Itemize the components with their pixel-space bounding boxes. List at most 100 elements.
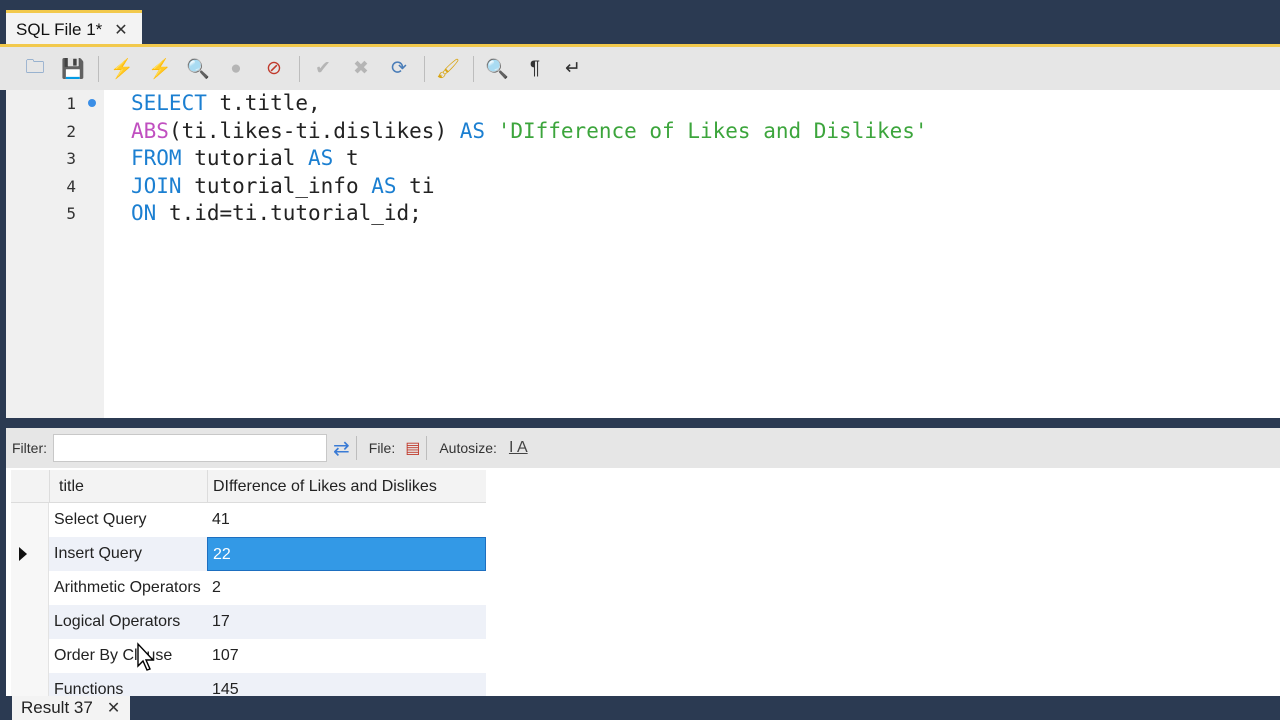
sql-keyword: ON xyxy=(131,201,157,225)
file-label: File: xyxy=(368,440,396,456)
sql-token: ti xyxy=(396,173,435,198)
cell-title[interactable]: Select Query xyxy=(49,503,207,537)
code-line[interactable]: 5 ON t.id=ti.tutorial_id; xyxy=(6,200,1280,227)
row-selector[interactable] xyxy=(11,639,49,673)
table-row[interactable]: Insert Query 22 xyxy=(11,537,486,571)
toolbar-separator xyxy=(426,436,428,460)
rollback-icon[interactable]: ✖ xyxy=(346,54,376,84)
beautify-icon[interactable]: 🖌 xyxy=(433,54,463,84)
line-number: 5 xyxy=(66,204,76,223)
current-row-arrow-icon xyxy=(19,547,27,561)
column-divider[interactable] xyxy=(207,470,208,503)
word-wrap-icon[interactable]: ↵ xyxy=(558,54,588,84)
sql-string: 'DIfference of Likes and Dislikes' xyxy=(497,118,928,143)
sql-function: ABS xyxy=(131,118,169,143)
cell-title[interactable]: Insert Query xyxy=(49,537,207,571)
sql-keyword: AS xyxy=(371,173,397,198)
toolbar-separator xyxy=(98,55,99,82)
table-row[interactable]: Order By Clause 107 xyxy=(11,639,486,673)
autosize-icon[interactable]: I A xyxy=(509,439,528,457)
tab-result-37[interactable]: Result 37 ✕ xyxy=(12,696,130,720)
header-row-selector[interactable] xyxy=(11,470,49,503)
column-header-title[interactable]: title xyxy=(59,478,84,496)
result-toolbar: Filter: ⇄ File: ▤ Autosize: I A xyxy=(6,428,1280,468)
line-number: 4 xyxy=(66,176,76,196)
cell-title[interactable]: Arithmetic Operators xyxy=(49,571,207,605)
cell-difference[interactable]: 22 xyxy=(207,537,486,571)
stop-on-error-icon[interactable]: ⊘ xyxy=(259,54,289,84)
mouse-pointer-icon xyxy=(137,642,155,671)
sql-token: t.id=ti.tutorial_id; xyxy=(156,201,422,225)
table-row[interactable]: Select Query 41 xyxy=(11,503,486,537)
result-tab-label: Result 37 xyxy=(21,698,93,717)
open-file-icon[interactable]: 🗀 xyxy=(20,54,50,84)
code-text: ON t.id=ti.tutorial_id; xyxy=(131,200,422,227)
cell-difference[interactable]: 2 xyxy=(207,571,486,605)
code-line[interactable]: 3 FROM tutorial AS t xyxy=(6,145,1280,172)
sql-token: tutorial xyxy=(181,146,309,170)
explain-icon[interactable]: 🔍 xyxy=(183,54,213,84)
sql-keyword: SELECT xyxy=(131,91,207,115)
row-selector[interactable] xyxy=(11,605,49,639)
statement-marker-icon xyxy=(88,99,96,107)
filter-input[interactable] xyxy=(53,434,327,462)
grid-header: title DIfference of Likes and Dislikes xyxy=(11,470,486,503)
code-text: FROM tutorial AS t xyxy=(131,145,359,172)
result-grid: title DIfference of Likes and Dislikes S… xyxy=(11,470,486,707)
code-text: JOIN tutorial_info AS ti xyxy=(131,173,434,200)
cell-difference[interactable]: 17 xyxy=(207,605,486,639)
line-number: 3 xyxy=(66,149,76,168)
cell-title[interactable]: Logical Operators xyxy=(49,605,207,639)
line-number: 2 xyxy=(66,121,76,141)
stop-icon[interactable]: ● xyxy=(221,54,251,84)
cell-difference[interactable]: 107 xyxy=(207,639,486,673)
find-icon[interactable]: 🔍 xyxy=(482,54,512,84)
autocommit-icon[interactable]: ⟳ xyxy=(384,54,414,84)
code-line[interactable]: 1 SELECT t.title, xyxy=(6,90,1280,117)
tab-sql-file-1[interactable]: SQL File 1* ✕ xyxy=(6,10,142,46)
row-selector[interactable] xyxy=(11,571,49,605)
column-header-difference[interactable]: DIfference of Likes and Dislikes xyxy=(213,478,437,496)
result-tab-strip: Result 37 ✕ xyxy=(0,696,1280,720)
close-icon[interactable]: ✕ xyxy=(114,20,127,40)
commit-icon[interactable]: ✔ xyxy=(308,54,338,84)
sql-keyword: JOIN xyxy=(131,173,182,198)
autosize-label: Autosize: xyxy=(439,440,497,456)
code-line[interactable]: 4 JOIN tutorial_info AS ti xyxy=(6,173,1280,200)
cell-difference[interactable]: 41 xyxy=(207,503,486,537)
sql-keyword: FROM xyxy=(131,146,182,170)
code-text: SELECT t.title, xyxy=(131,90,321,117)
execute-current-icon[interactable]: ⚡ xyxy=(145,54,175,84)
result-panel: Filter: ⇄ File: ▤ Autosize: I A title DI… xyxy=(6,428,1280,707)
line-number: 1 xyxy=(66,94,76,113)
sql-token: t.title, xyxy=(206,91,321,115)
invisible-chars-icon[interactable]: ¶ xyxy=(520,54,550,84)
sql-token: tutorial_info xyxy=(181,173,372,198)
execute-icon[interactable]: ⚡ xyxy=(107,54,137,84)
column-divider xyxy=(49,470,50,503)
refresh-icon[interactable]: ⇄ xyxy=(333,436,350,461)
toolbar-separator xyxy=(424,55,425,82)
toolbar-separator xyxy=(299,55,300,82)
save-icon[interactable]: 💾 xyxy=(58,54,88,84)
editor-tab-strip: SQL File 1* ✕ xyxy=(0,0,1280,46)
sql-keyword: AS xyxy=(308,146,334,170)
close-icon[interactable]: ✕ xyxy=(107,698,120,718)
sql-token: (ti.likes-ti.dislikes) xyxy=(168,118,460,143)
sql-keyword: AS xyxy=(459,118,486,143)
code-text: ABS(ti.likes-ti.dislikes) AS 'DIfference… xyxy=(131,118,928,145)
panel-splitter[interactable] xyxy=(0,418,1280,428)
sql-editor[interactable]: 1 SELECT t.title, 2 ABS(ti.likes-ti.dislike… xyxy=(6,90,1280,418)
filter-label: Filter: xyxy=(12,440,47,456)
table-row[interactable]: Arithmetic Operators 2 xyxy=(11,571,486,605)
cell-title[interactable]: Order By Clause xyxy=(49,639,207,673)
row-selector[interactable] xyxy=(11,537,49,571)
toolbar-separator xyxy=(355,436,357,460)
tab-label: SQL File 1* xyxy=(16,19,103,39)
code-line[interactable]: 2 ABS(ti.likes-ti.dislikes) AS 'DIfferenc… xyxy=(6,118,1280,145)
table-row[interactable]: Logical Operators 17 xyxy=(11,605,486,639)
row-selector[interactable] xyxy=(11,503,49,537)
export-file-icon[interactable]: ▤ xyxy=(405,438,420,458)
toolbar-separator xyxy=(473,55,474,82)
